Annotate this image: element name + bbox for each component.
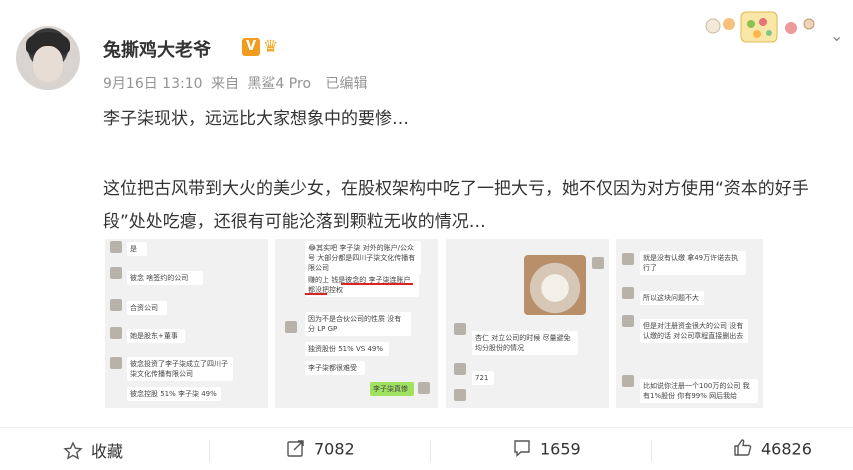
red-underline (341, 283, 413, 285)
verified-badge-icon: V (242, 38, 260, 56)
chat-bubble: 就是没有认缴 拿49万许诺去执行了 (640, 251, 746, 275)
thumbs-up-icon (733, 438, 753, 462)
decoration-stickers-icon (705, 11, 815, 43)
chat-bubble: 比如说你注册一个100万的公司 我有1%股份 你有99% 网后我给 (640, 379, 758, 403)
chat-bubble: 但是对注册资金很大的公司 没有认缴的话 对公司章程直接删出去 (640, 319, 748, 343)
chat-avatar (110, 241, 122, 253)
repost-icon (286, 438, 306, 462)
divider (651, 440, 652, 462)
chat-bubble: 因为不是合伙公司的性质 没有分 LP GP (305, 312, 411, 336)
chat-bubble: 所以这块问题不大 (640, 291, 704, 305)
chat-bubble-self: 李子柒真惨 (370, 382, 414, 396)
red-underline (305, 293, 327, 295)
chat-bubble: 杏仁 对立公司的时候 尽量避免均分股份的情况 (472, 331, 578, 355)
repost-count: 7082 (314, 439, 355, 459)
crown-badge-icon: ♛ (263, 37, 279, 57)
chat-bubble: 是 (127, 242, 147, 256)
post-date[interactable]: 9月16日 13:10 (103, 76, 203, 92)
like-button[interactable]: 46826 (733, 438, 812, 462)
favorite-label: 收藏 (91, 442, 124, 461)
comment-icon (512, 438, 532, 462)
author-name[interactable]: 兔撕鸡大老爷 (103, 36, 211, 62)
chat-bubble: 彼念 啥签约的公司 (127, 271, 203, 285)
chat-bubble: 721 (472, 371, 494, 385)
post-image-4[interactable]: 就是没有认缴 拿49万许诺去执行了 所以这块问题不大 但是对注册资金很大的公司 … (616, 239, 763, 408)
chat-bubble: 李子柒都很难受 (305, 361, 365, 375)
chat-avatar (454, 363, 466, 375)
chat-bubble: 彼念控股 51% 李子柒 49% (127, 387, 221, 401)
post-image-3[interactable]: 杏仁 对立公司的时候 尽量避免均分股份的情况 721 (446, 239, 609, 408)
post-source[interactable]: 黑鲨4 Pro (247, 76, 311, 92)
chat-avatar (622, 253, 634, 265)
post-text-line1: 李子柒现状，远远比大家想象中的要惨… (103, 109, 409, 129)
chat-bubble: 😂其实吧 李子柒 对外的账户/公众号 大部分都是四川子柒文化传播有限公司 (305, 241, 421, 275)
chat-avatar (418, 382, 430, 394)
source-prefix: 来自 (210, 76, 239, 92)
repost-button[interactable]: 7082 (286, 438, 355, 462)
post-image-1[interactable]: 是 彼念 啥签约的公司 合资公司 她是股东+董事 彼念投资了李子柒成立了四川子柒… (105, 239, 268, 408)
divider (209, 440, 210, 462)
chat-avatar (622, 375, 634, 387)
chat-bubble: 她是股东+董事 (127, 329, 185, 343)
chat-bubble: 合资公司 (127, 301, 167, 315)
author-avatar[interactable] (16, 26, 80, 90)
chat-avatar (622, 287, 634, 299)
image-grid: 是 彼念 啥签约的公司 合资公司 她是股东+董事 彼念投资了李子柒成立了四川子柒… (105, 239, 763, 408)
edited-label[interactable]: 已编辑 (325, 76, 367, 92)
action-bar: 收藏 7082 1659 46826 (0, 427, 853, 470)
cat-meme-image (524, 255, 586, 315)
chat-bubble: 独资股份 51% VS 49% (305, 342, 389, 356)
more-options-icon[interactable]: ⌄ (830, 26, 843, 45)
chat-avatar (110, 357, 122, 369)
chat-avatar (454, 389, 466, 401)
comment-count: 1659 (540, 439, 581, 459)
chat-avatar (454, 323, 466, 335)
like-count: 46826 (761, 439, 812, 459)
divider (430, 440, 431, 462)
chat-bubble: 彼念投资了李子柒成立了四川子柒文化传播有限公司 (127, 357, 233, 381)
chat-avatar (285, 321, 297, 333)
chat-avatar (622, 315, 634, 327)
comment-button[interactable]: 1659 (512, 438, 581, 462)
post-text-line2: 这位把古风带到大火的美少女，在股权架构中吃了一把大亏，她不仅因为对方使用“资本的… (103, 179, 809, 232)
favorite-button[interactable]: 收藏 (63, 438, 123, 465)
post-image-2[interactable]: 😂其实吧 李子柒 对外的账户/公众号 大部分都是四川子柒文化传播有限公司 赚的上… (275, 239, 438, 408)
avatar-face (33, 46, 63, 82)
chat-avatar (110, 327, 122, 339)
chat-avatar (110, 267, 122, 279)
post-meta: 9月16日 13:10 来自 黑鲨4 Pro 已编辑 (103, 73, 371, 93)
chat-avatar (110, 299, 122, 311)
star-icon (63, 440, 83, 465)
chat-avatar (592, 257, 604, 269)
